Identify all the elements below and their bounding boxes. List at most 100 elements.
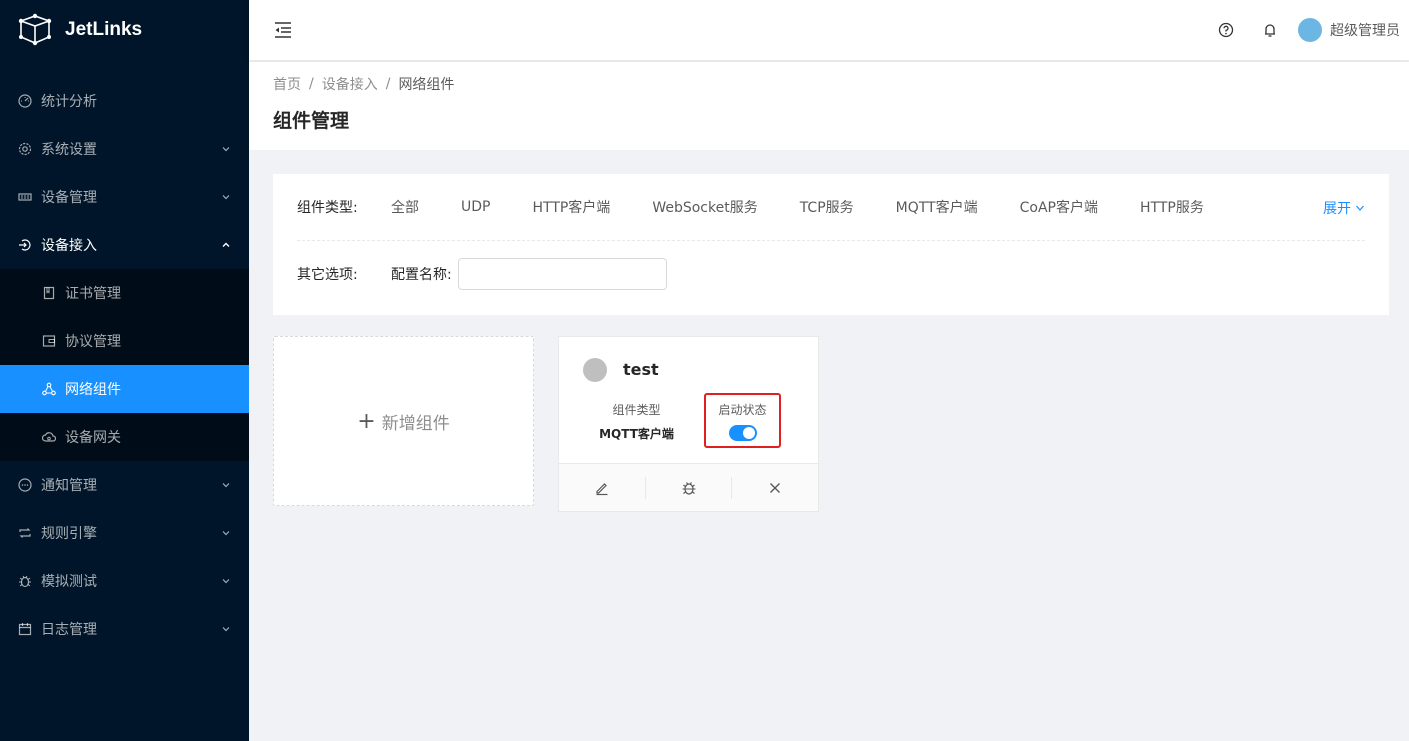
chevron-down-icon: [222, 627, 230, 632]
sidebar-item-label: 模拟测试: [41, 574, 97, 590]
component-title: test: [623, 360, 659, 379]
notification-button[interactable]: [1248, 0, 1292, 60]
sidebar-item-notification[interactable]: 通知管理: [0, 461, 249, 509]
other-filter-label: 其它选项:: [297, 266, 358, 283]
type-tag-http-client[interactable]: HTTP客户端: [532, 197, 610, 217]
delete-button[interactable]: [732, 477, 818, 499]
sidebar-item-rule-engine[interactable]: 规则引擎: [0, 509, 249, 557]
cube-logo-icon: [18, 13, 52, 46]
submenu-device-access: 证书管理 协议管理 网络组件 设备网关: [0, 269, 249, 461]
chevron-down-icon: [222, 579, 230, 584]
type-tag-udp[interactable]: UDP: [461, 199, 490, 215]
sidebar-item-label: 系统设置: [41, 142, 97, 158]
sidebar-item-label: 网络组件: [65, 382, 121, 398]
sidebar-item-device-management[interactable]: 设备管理: [0, 173, 249, 221]
sidebar-item-label: 设备管理: [41, 190, 97, 206]
component-type-value: MQTT客户端: [599, 427, 674, 441]
sidebar-item-label: 通知管理: [41, 478, 97, 494]
header-actions: 超级管理员: [1204, 0, 1409, 60]
dashboard-icon: [18, 94, 32, 108]
chevron-up-icon: [222, 242, 230, 247]
sidebar-item-label: 统计分析: [41, 94, 97, 110]
sidebar-item-label: 规则引擎: [41, 526, 97, 542]
component-avatar: [583, 357, 607, 382]
deployment-unit-icon: [42, 382, 56, 396]
menu-fold-icon[interactable]: [273, 20, 293, 40]
user-menu[interactable]: 超级管理员: [1292, 0, 1409, 60]
sidebar-item-simulation-test[interactable]: 模拟测试: [0, 557, 249, 605]
close-icon: [770, 482, 781, 493]
book-icon: [42, 286, 56, 300]
component-card-header: test: [559, 337, 818, 382]
sidebar-item-label: 证书管理: [65, 286, 121, 302]
add-component-label: 新增组件: [381, 413, 450, 434]
type-filter-row: 组件类型: 全部 UDP HTTP客户端 WebSocket服务 TCP服务 M…: [297, 174, 1365, 241]
retweet-icon: [18, 526, 32, 540]
expand-button[interactable]: 展开: [1323, 198, 1365, 218]
username: 超级管理员: [1330, 23, 1400, 39]
component-card-body: 组件类型 MQTT客户端 启动状态: [559, 381, 818, 463]
component-status-key: 启动状态: [718, 403, 767, 417]
component-type-key: 组件类型: [612, 403, 661, 417]
edit-icon: [596, 482, 608, 495]
sidebar-item-label: 设备接入: [41, 238, 97, 254]
chevron-down-icon: [222, 195, 230, 200]
message-icon: [18, 478, 32, 492]
help-button[interactable]: [1204, 0, 1248, 60]
component-status-column: 启动状态: [704, 401, 781, 441]
filter-card: 组件类型: 全部 UDP HTTP客户端 WebSocket服务 TCP服务 M…: [273, 174, 1389, 315]
component-card: test 组件类型 MQTT客户端 启动状态: [558, 336, 819, 512]
sidebar-item-label: 设备网关: [65, 430, 121, 446]
sidebar-item-device-gateway[interactable]: 设备网关: [0, 413, 249, 461]
sidebar: JetLinks 统计分析 系统设置 设备管理 设备接入 证书管理 协议管理 网…: [0, 0, 249, 741]
sidebar-item-log-management[interactable]: 日志管理: [0, 605, 249, 653]
sidebar-menu: 统计分析 系统设置 设备管理 设备接入 证书管理 协议管理 网络组件 设备网关 …: [0, 77, 249, 653]
type-tag-all[interactable]: 全部: [391, 197, 419, 217]
expand-label: 展开: [1323, 201, 1351, 217]
toggle-knob: [742, 427, 755, 439]
type-tag-tcp-server[interactable]: TCP服务: [800, 197, 854, 217]
config-name-input[interactable]: [457, 257, 667, 290]
type-tag-http-server[interactable]: HTTP服务: [1140, 197, 1204, 217]
type-filter-label: 组件类型:: [297, 200, 358, 216]
sidebar-item-protocol[interactable]: 协议管理: [0, 317, 249, 365]
component-card-actions: [559, 463, 818, 511]
breadcrumb-device-access[interactable]: 设备接入: [322, 74, 378, 94]
sidebar-item-system-settings[interactable]: 系统设置: [0, 125, 249, 173]
sidebar-item-device-access[interactable]: 设备接入: [0, 221, 249, 269]
type-tag-mqtt-client[interactable]: MQTT客户端: [896, 197, 978, 217]
sidebar-item-label: 日志管理: [41, 622, 97, 638]
component-type-column: 组件类型 MQTT客户端: [599, 401, 674, 442]
sidebar-item-stats[interactable]: 统计分析: [0, 77, 249, 125]
other-filter-row: 其它选项: 配置名称:: [297, 241, 1365, 306]
breadcrumb: 首页 / 设备接入 / 网络组件: [273, 74, 1385, 94]
status-toggle[interactable]: [728, 425, 757, 441]
chevron-down-icon: [222, 531, 230, 536]
sidebar-item-network-component[interactable]: 网络组件: [0, 365, 249, 413]
sidebar-item-certificate[interactable]: 证书管理: [0, 269, 249, 317]
logo[interactable]: JetLinks: [0, 0, 249, 60]
plus-icon: +: [357, 408, 376, 434]
app-name: JetLinks: [65, 19, 143, 40]
cloud-icon: [42, 430, 56, 444]
avatar: [1298, 18, 1322, 42]
breadcrumb-current: 网络组件: [398, 77, 455, 93]
bug-icon: [682, 481, 695, 495]
top-header: 超级管理员: [249, 0, 1409, 60]
add-component-button[interactable]: + 新增组件: [273, 336, 534, 506]
sidebar-item-label: 协议管理: [65, 334, 121, 350]
breadcrumb-home[interactable]: 首页: [273, 74, 301, 94]
page-title: 组件管理: [273, 110, 350, 132]
calendar-icon: [18, 622, 32, 636]
debug-button[interactable]: [646, 476, 733, 499]
type-tag-websocket-server[interactable]: WebSocket服务: [652, 197, 757, 217]
breadcrumb-separator: /: [385, 76, 391, 92]
chevron-down-icon: [1356, 205, 1364, 211]
type-tag-coap-client[interactable]: CoAP客户端: [1020, 197, 1098, 217]
page-header: 首页 / 设备接入 / 网络组件 组件管理: [249, 62, 1409, 150]
setting-icon: [18, 142, 32, 156]
config-name-label: 配置名称:: [391, 266, 452, 283]
edit-button[interactable]: [559, 476, 646, 499]
bell-icon: [1265, 24, 1275, 37]
login-icon: [18, 238, 32, 252]
